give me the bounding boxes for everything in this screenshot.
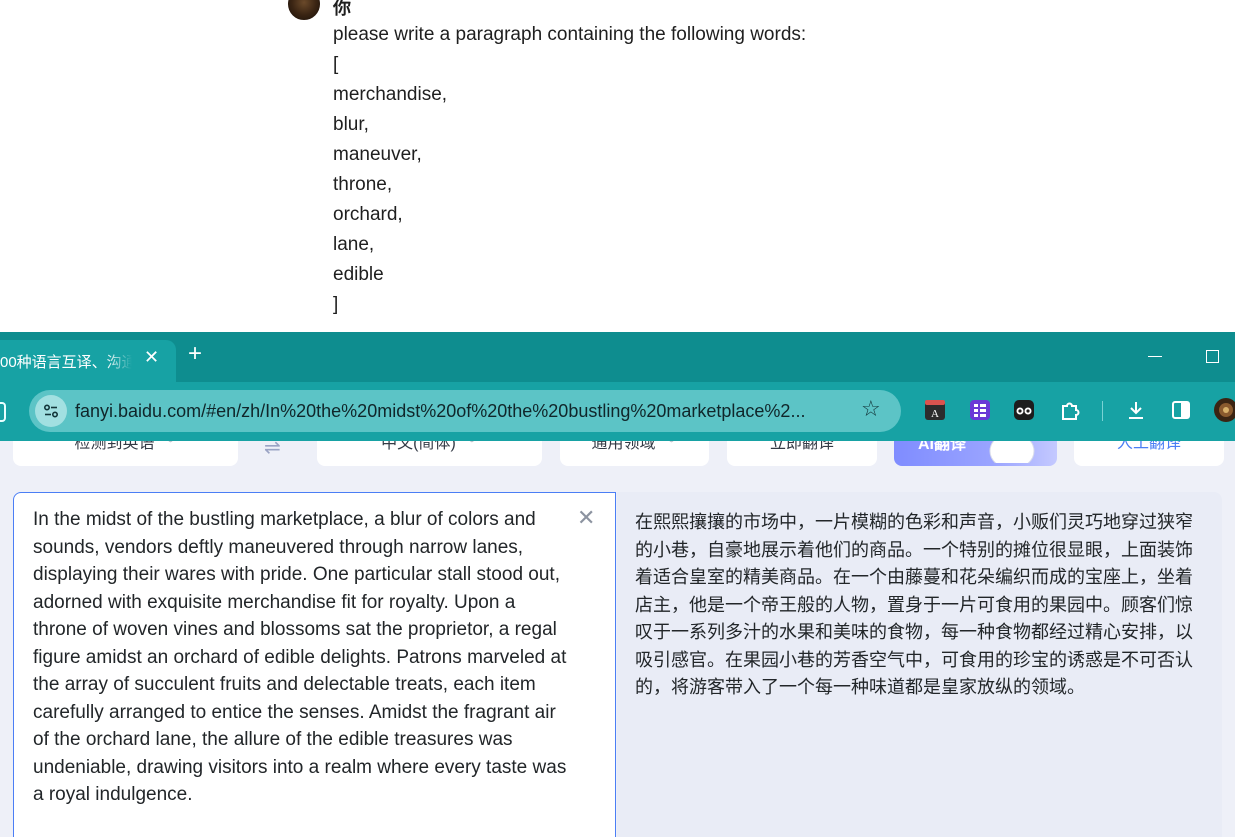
translate-button-label: 立即翻译 <box>769 441 834 452</box>
prompt-line: maneuver, <box>333 144 422 165</box>
chevron-down-icon: ﹀ <box>465 441 478 451</box>
bookmark-star-icon[interactable]: ☆ <box>861 396 881 422</box>
chevron-down-icon: ﹀ <box>164 441 177 451</box>
translator-page: 检测到英语 ﹀ ⇌ 中文(简体) ﹀ 通用领域 ﹀ 立即翻译 AI翻译 人工翻译 In… <box>0 441 1235 837</box>
translation-text: 在熙熙攘攘的市场中，一片模糊的色彩和声音，小贩们灵巧地穿过狭窄的小巷，自豪地展示… <box>635 512 1193 698</box>
chat-panel: 你 please write a paragraph containing th… <box>0 0 1235 332</box>
reader-extension-icon[interactable]: A <box>924 399 946 421</box>
translation-result-panel: 在熙熙攘攘的市场中，一片模糊的色彩和声音，小贩们灵巧地穿过狭窄的小巷，自豪地展示… <box>617 492 1222 837</box>
ai-mascot-icon <box>989 441 1035 463</box>
prompt-line: orchard, <box>333 204 403 225</box>
prompt-line: merchandise, <box>333 84 448 105</box>
domain-select[interactable]: 通用领域 ﹀ <box>560 441 709 466</box>
site-info-icon[interactable] <box>35 395 67 427</box>
source-language-label: 检测到英语 <box>74 441 155 452</box>
download-icon[interactable] <box>1125 399 1147 421</box>
prompt-line: [ <box>333 54 339 75</box>
prompt-line: ] <box>333 294 339 315</box>
browser-toolbar: fanyi.baidu.com/#en/zh/In%20the%20midst%… <box>0 382 1235 441</box>
source-language-select[interactable]: 检测到英语 ﹀ <box>13 441 238 466</box>
ai-translate-label: AI翻译 <box>918 441 967 453</box>
speaker-name: 你 <box>333 0 351 18</box>
browser-tab[interactable]: 00种语言互译、沟通 ✕ <box>0 340 176 382</box>
ai-translate-button[interactable]: AI翻译 <box>894 441 1057 466</box>
human-translate-label: 人工翻译 <box>1116 441 1181 452</box>
minimize-button[interactable] <box>1148 356 1162 357</box>
prompt-line: edible <box>333 264 384 285</box>
glasses-extension-icon[interactable] <box>1013 399 1035 421</box>
maximize-button[interactable] <box>1206 350 1219 363</box>
clear-text-icon[interactable]: ✕ <box>577 507 595 529</box>
toolbar-separator <box>1102 401 1103 421</box>
swap-languages-icon[interactable]: ⇌ <box>264 441 281 460</box>
profile-avatar[interactable] <box>1213 397 1235 423</box>
chevron-down-icon: ﹀ <box>665 441 678 451</box>
tab-close-icon[interactable]: ✕ <box>144 347 159 368</box>
human-translate-button[interactable]: 人工翻译 <box>1074 441 1224 466</box>
target-language-select[interactable]: 中文(简体) ﹀ <box>317 441 542 466</box>
source-text-area[interactable]: In the midst of the bustling marketplace… <box>13 492 616 837</box>
tab-strip: 00种语言互译、沟通 ✕ + <box>0 332 1235 382</box>
prompt-line: throne, <box>333 174 393 195</box>
sidebar-icon[interactable] <box>1170 399 1192 421</box>
url-text[interactable]: fanyi.baidu.com/#en/zh/In%20the%20midst%… <box>75 401 850 422</box>
new-tab-button[interactable]: + <box>188 342 202 366</box>
translate-button[interactable]: 立即翻译 <box>727 441 877 466</box>
puzzle-extensions-icon[interactable] <box>1059 399 1081 421</box>
target-language-label: 中文(简体) <box>381 441 456 452</box>
svg-text:A: A <box>931 408 939 420</box>
address-bar[interactable]: fanyi.baidu.com/#en/zh/In%20the%20midst%… <box>29 390 901 432</box>
tab-title: 00种语言互译、沟通 <box>0 354 132 371</box>
source-text[interactable]: In the midst of the bustling marketplace… <box>33 506 568 809</box>
prompt-line: blur, <box>333 114 369 135</box>
domain-label: 通用领域 <box>591 441 656 452</box>
grid-extension-icon[interactable] <box>969 399 991 421</box>
user-avatar <box>288 0 320 20</box>
prompt-line: lane, <box>333 234 375 255</box>
reload-icon[interactable] <box>0 402 6 422</box>
prompt-message: please write a paragraph containing the … <box>333 22 806 322</box>
prompt-line: please write a paragraph containing the … <box>333 24 807 45</box>
